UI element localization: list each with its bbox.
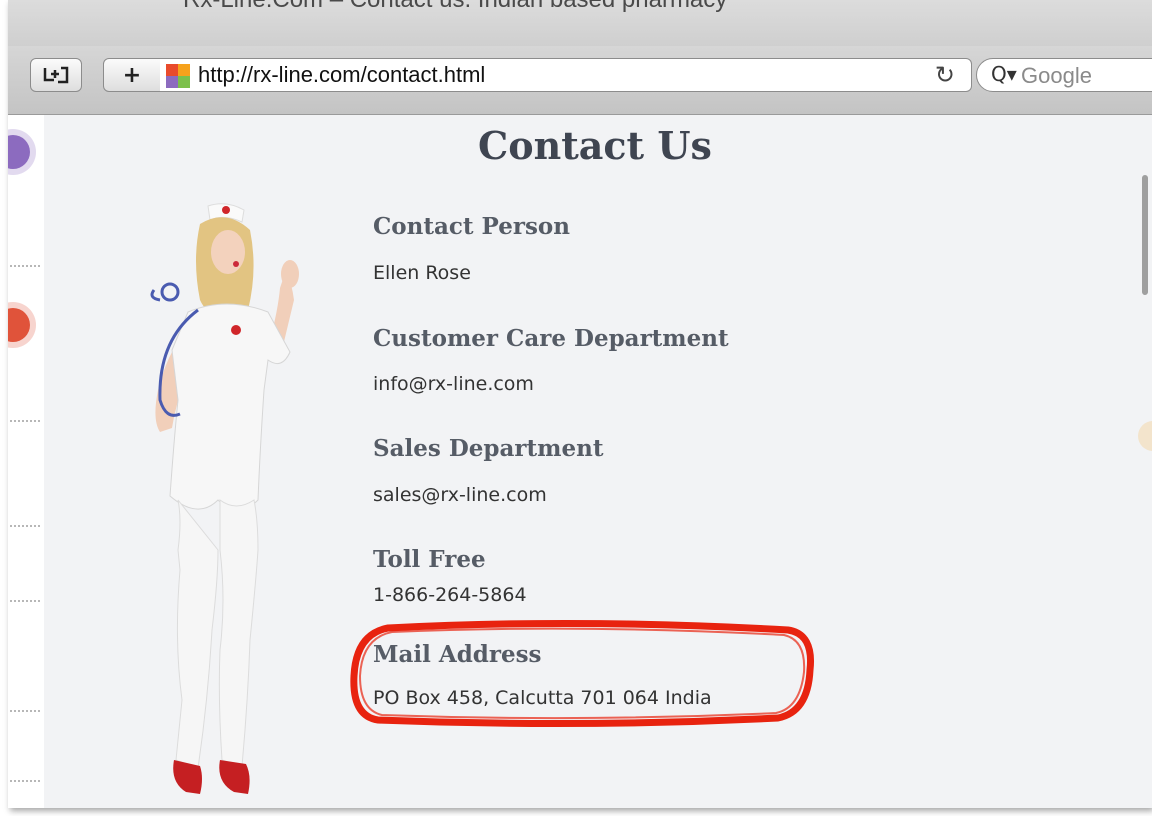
sales-heading: Sales Department	[373, 435, 604, 462]
title-bar: Rx-Line.Com – Contact us. Indian based p…	[8, 0, 1152, 46]
scrollbar[interactable]	[1142, 175, 1148, 295]
toolbar: + http://rx-line.com/contact.html ↻ Q▾ G…	[8, 46, 1152, 115]
highlight-annotation	[350, 619, 815, 728]
page-title: Contact Us	[478, 123, 712, 168]
url-text[interactable]: http://rx-line.com/contact.html	[198, 62, 485, 88]
toll-free-heading: Toll Free	[373, 546, 486, 573]
customer-care-heading: Customer Care Department	[373, 325, 729, 352]
sales-email[interactable]: sales@rx-line.com	[373, 484, 547, 506]
bookmarks-icon	[43, 66, 69, 84]
customer-care-email[interactable]: info@rx-line.com	[373, 373, 534, 395]
left-decoration	[8, 115, 44, 808]
address-bar[interactable]: http://rx-line.com/contact.html ↻	[160, 58, 972, 92]
browser-window: Rx-Line.Com – Contact us. Indian based p…	[8, 0, 1152, 808]
nurse-illustration	[150, 203, 299, 794]
search-placeholder: Google	[1021, 63, 1092, 88]
contact-person-heading: Contact Person	[373, 213, 570, 240]
reload-icon[interactable]: ↻	[935, 61, 955, 89]
search-icon: Q▾	[991, 62, 1017, 86]
search-field[interactable]: Q▾ Google	[976, 58, 1152, 92]
site-favicon	[166, 64, 190, 88]
contact-person-value: Ellen Rose	[373, 262, 471, 284]
window-title: Rx-Line.Com – Contact us. Indian based p…	[183, 0, 727, 14]
toll-free-number: 1-866-264-5864	[373, 584, 527, 606]
add-bookmark-button[interactable]: +	[103, 58, 161, 92]
page-content: Contact Us Contact Person Ellen Rose Cus…	[8, 115, 1152, 808]
decorative-dot	[1138, 421, 1152, 451]
bookmarks-button[interactable]	[30, 58, 82, 92]
